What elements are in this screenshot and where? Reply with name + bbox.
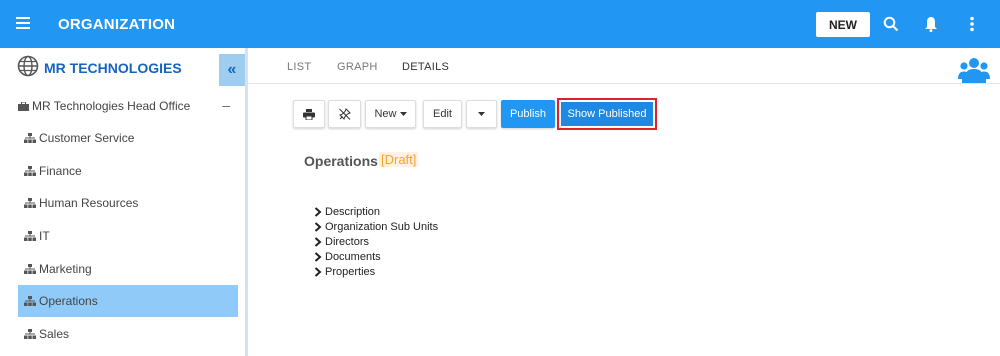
sidebar-item-human-resources[interactable]: Human Resources bbox=[18, 187, 238, 219]
edit-label: Edit bbox=[433, 108, 452, 120]
chevron-right-icon bbox=[314, 207, 322, 217]
new-button[interactable]: NEW bbox=[816, 12, 870, 37]
status-badge: [Draft] bbox=[379, 152, 419, 167]
chevron-double-left-icon: « bbox=[227, 61, 237, 78]
collapse-sidebar-button[interactable]: « bbox=[219, 54, 245, 86]
org-chart-icon bbox=[24, 329, 36, 339]
print-icon bbox=[303, 108, 315, 120]
org-chart-icon bbox=[24, 133, 36, 143]
section-description[interactable]: Description bbox=[314, 206, 380, 218]
active-tab-indicator bbox=[390, 34, 458, 36]
sidebar-item-customer-service[interactable]: Customer Service bbox=[18, 122, 238, 154]
tab-list[interactable]: LIST bbox=[287, 61, 311, 73]
users-icon[interactable] bbox=[958, 56, 990, 84]
sidebar-item-label: Sales bbox=[39, 327, 70, 341]
briefcase-icon bbox=[18, 101, 29, 111]
bell-icon[interactable] bbox=[920, 13, 942, 35]
tab-graph[interactable]: GRAPH bbox=[337, 61, 378, 73]
edit-options-dropdown[interactable] bbox=[466, 100, 497, 128]
section-properties[interactable]: Properties bbox=[314, 266, 375, 278]
publish-label: Publish bbox=[509, 108, 547, 120]
publish-button[interactable]: Publish bbox=[501, 100, 555, 128]
pin-off-icon bbox=[338, 108, 351, 120]
show-published-highlight: Show Published bbox=[557, 98, 657, 130]
section-directors[interactable]: Directors bbox=[314, 236, 369, 248]
chevron-right-icon bbox=[314, 252, 322, 262]
organization-name: MR TECHNOLOGIES bbox=[44, 60, 182, 76]
section-documents[interactable]: Documents bbox=[314, 251, 381, 263]
print-button[interactable] bbox=[293, 100, 325, 128]
tree-root-label: MR Technologies Head Office bbox=[32, 99, 191, 113]
tab-bar: LIST GRAPH DETAILS bbox=[248, 48, 1000, 84]
chevron-right-icon bbox=[314, 267, 322, 277]
chevron-right-icon bbox=[314, 237, 322, 247]
sidebar-item-label: Marketing bbox=[39, 262, 92, 276]
new-dropdown-label: New bbox=[374, 108, 397, 120]
globe-icon bbox=[17, 55, 39, 77]
sidebar-header: MR TECHNOLOGIES « bbox=[0, 48, 245, 86]
top-app-bar: ORGANIZATION NEW bbox=[0, 0, 1000, 48]
sidebar: MR TECHNOLOGIES « MR Technologies Head O… bbox=[0, 48, 248, 356]
chevron-right-icon bbox=[314, 222, 322, 232]
tree-root-node[interactable]: MR Technologies Head Office – bbox=[18, 97, 240, 114]
section-organization-sub-units[interactable]: Organization Sub Units bbox=[314, 221, 438, 233]
org-chart-icon bbox=[24, 198, 36, 208]
org-unit-title: Operations bbox=[304, 153, 378, 169]
caret-down-icon bbox=[399, 112, 407, 116]
section-label: Description bbox=[325, 206, 381, 218]
unpin-button[interactable] bbox=[328, 100, 361, 128]
edit-button[interactable]: Edit bbox=[423, 100, 462, 128]
sidebar-item-marketing[interactable]: Marketing bbox=[18, 253, 238, 285]
org-chart-icon bbox=[24, 296, 36, 306]
sidebar-item-operations[interactable]: Operations bbox=[18, 285, 238, 317]
sidebar-item-label: Operations bbox=[39, 294, 98, 308]
sidebar-item-sales[interactable]: Sales bbox=[18, 318, 238, 350]
page-title: ORGANIZATION bbox=[58, 16, 176, 33]
new-dropdown-button[interactable]: New bbox=[365, 100, 416, 128]
menu-icon[interactable] bbox=[16, 17, 30, 29]
org-chart-icon bbox=[24, 264, 36, 274]
section-label: Documents bbox=[325, 251, 381, 263]
section-label: Directors bbox=[325, 236, 370, 248]
search-icon[interactable] bbox=[880, 13, 902, 35]
section-label: Properties bbox=[325, 266, 376, 278]
sidebar-item-label: Customer Service bbox=[39, 131, 135, 145]
org-chart-icon bbox=[24, 166, 36, 176]
sidebar-item-label: Human Resources bbox=[39, 196, 139, 210]
org-chart-icon bbox=[24, 231, 36, 241]
sidebar-item-label: IT bbox=[39, 229, 50, 243]
more-vert-icon[interactable] bbox=[961, 13, 983, 35]
sidebar-item-finance[interactable]: Finance bbox=[18, 155, 238, 187]
caret-down-icon bbox=[478, 112, 485, 116]
section-label: Organization Sub Units bbox=[325, 221, 439, 233]
collapse-node-icon[interactable]: – bbox=[222, 97, 230, 113]
tab-details[interactable]: DETAILS bbox=[402, 61, 449, 73]
show-published-button[interactable]: Show Published bbox=[561, 102, 653, 126]
sidebar-item-label: Finance bbox=[39, 164, 82, 178]
sidebar-item-it[interactable]: IT bbox=[18, 220, 238, 252]
